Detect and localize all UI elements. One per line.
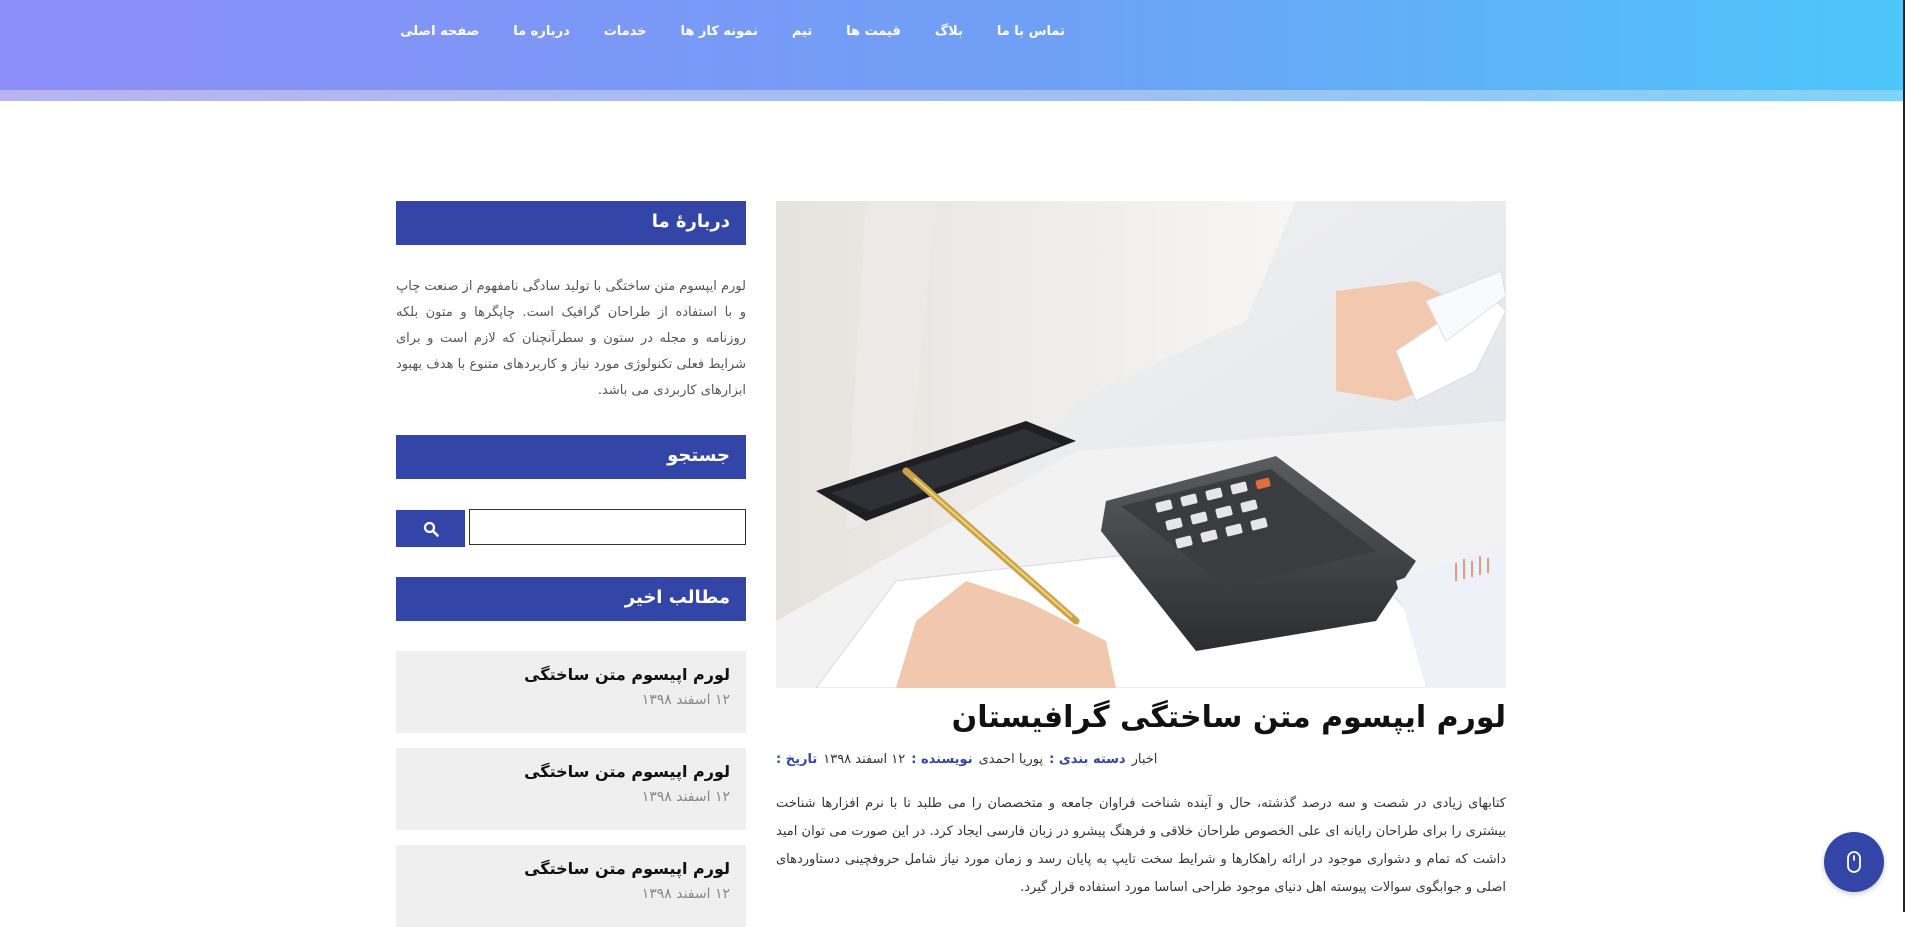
- recent-widget-title: مطالب اخیر: [396, 577, 746, 621]
- search-icon: [423, 521, 439, 537]
- nav-item-portfolio[interactable]: نمونه کار ها: [681, 24, 758, 39]
- post-author-label: نویسنده :: [911, 752, 973, 767]
- post-date-value: ۱۲ اسفند ۱۳۹۸: [823, 752, 906, 767]
- site-header: صفحه اصلی درباره ما خدمات نمونه کار ها ت…: [0, 0, 1905, 90]
- recent-post-title[interactable]: لورم اپیسوم متن ساختگی: [396, 762, 730, 781]
- nav-item-about[interactable]: درباره ما: [513, 24, 570, 39]
- post-author-value[interactable]: پوریا احمدی: [979, 752, 1044, 767]
- nav-item-contact[interactable]: تماس با ما: [997, 24, 1065, 39]
- post-excerpt: کتابهای زیادی در شصت و سه درصد گذشته، حا…: [776, 796, 1506, 895]
- search-input[interactable]: [469, 509, 746, 545]
- about-widget-title: دربارهٔ ما: [396, 201, 746, 245]
- post-category-value[interactable]: اخبار: [1132, 752, 1158, 767]
- scroll-to-top-button[interactable]: [1824, 832, 1884, 892]
- nav-item-team[interactable]: تیم: [792, 24, 812, 39]
- recent-post-date: ۱۲ اسفند ۱۳۹۸: [641, 692, 730, 708]
- nav-item-pricing[interactable]: قیمت ها: [846, 24, 901, 39]
- post-category-label: دسته بندی :: [1049, 752, 1126, 767]
- header-bottom-strip: [0, 90, 1905, 101]
- post-title[interactable]: لورم ایپسوم متن ساختگی گرافیستان: [776, 700, 1506, 735]
- recent-post-date: ۱۲ اسفند ۱۳۹۸: [641, 886, 730, 902]
- about-widget-text: لورم ایپسوم متن ساختگی با تولید سادگی نا…: [396, 279, 746, 398]
- recent-post-item[interactable]: لورم اپیسوم متن ساختگی ۱۲ اسفند ۱۳۹۸: [396, 845, 746, 927]
- recent-post-date: ۱۲ اسفند ۱۳۹۸: [641, 789, 730, 805]
- post-meta: تاریخ : ۱۲ اسفند ۱۳۹۸ نویسنده : پوریا اح…: [776, 752, 1506, 767]
- nav-item-home[interactable]: صفحه اصلی: [400, 24, 479, 39]
- post-featured-image[interactable]: [776, 201, 1506, 688]
- post-date-label: تاریخ :: [776, 752, 818, 767]
- recent-post-title[interactable]: لورم اپیسوم متن ساختگی: [396, 859, 730, 878]
- recent-post-item[interactable]: لورم اپیسوم متن ساختگی ۱۲ اسفند ۱۳۹۸: [396, 748, 746, 830]
- recent-post-title[interactable]: لورم اپیسوم متن ساختگی: [396, 665, 730, 684]
- mouse-scroll-icon: [1846, 850, 1862, 874]
- nav-item-blog[interactable]: بلاگ: [935, 24, 963, 39]
- recent-post-item[interactable]: لورم اپیسوم متن ساختگی ۱۲ اسفند ۱۳۹۸: [396, 651, 746, 733]
- post-image-illustration: [776, 201, 1506, 688]
- search-widget-title: جستجو: [396, 435, 746, 479]
- main-nav: صفحه اصلی درباره ما خدمات نمونه کار ها ت…: [400, 20, 1065, 42]
- nav-item-services[interactable]: خدمات: [604, 24, 647, 39]
- search-button[interactable]: [396, 510, 465, 547]
